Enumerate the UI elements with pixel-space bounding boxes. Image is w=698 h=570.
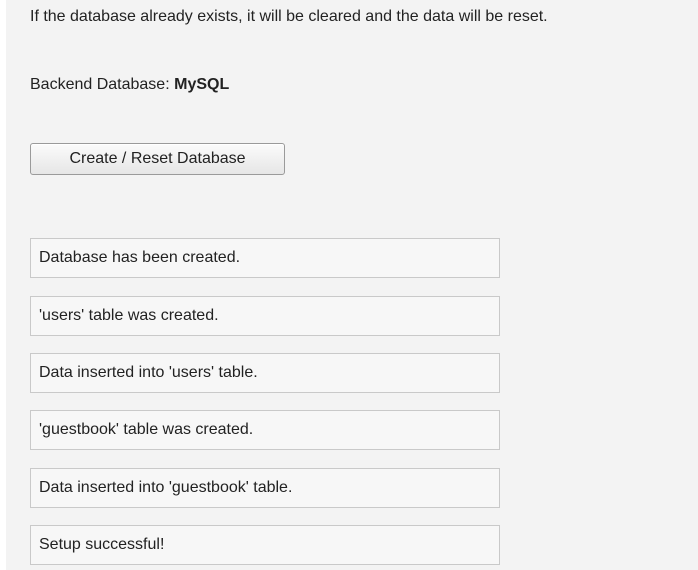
intro-text: If the database already exists, it will …: [30, 8, 548, 25]
status-message-guestbook-data-inserted: Data inserted into 'guestbook' table.: [30, 468, 500, 508]
status-message-users-table-created: 'users' table was created.: [30, 296, 500, 336]
status-message-database-created: Database has been created.: [30, 238, 500, 278]
backend-database-line: Backend Database: MySQL: [30, 75, 229, 95]
status-message-users-data-inserted: Data inserted into 'users' table.: [30, 353, 500, 393]
create-reset-database-button[interactable]: Create / Reset Database: [30, 143, 285, 175]
backend-database-value: MySQL: [174, 76, 230, 93]
status-message-guestbook-table-created: 'guestbook' table was created.: [30, 410, 500, 450]
status-message-setup-successful: Setup successful!: [30, 525, 500, 565]
setup-page: If the database already exists, it will …: [6, 0, 698, 570]
backend-database-label: Backend Database:: [30, 76, 170, 93]
